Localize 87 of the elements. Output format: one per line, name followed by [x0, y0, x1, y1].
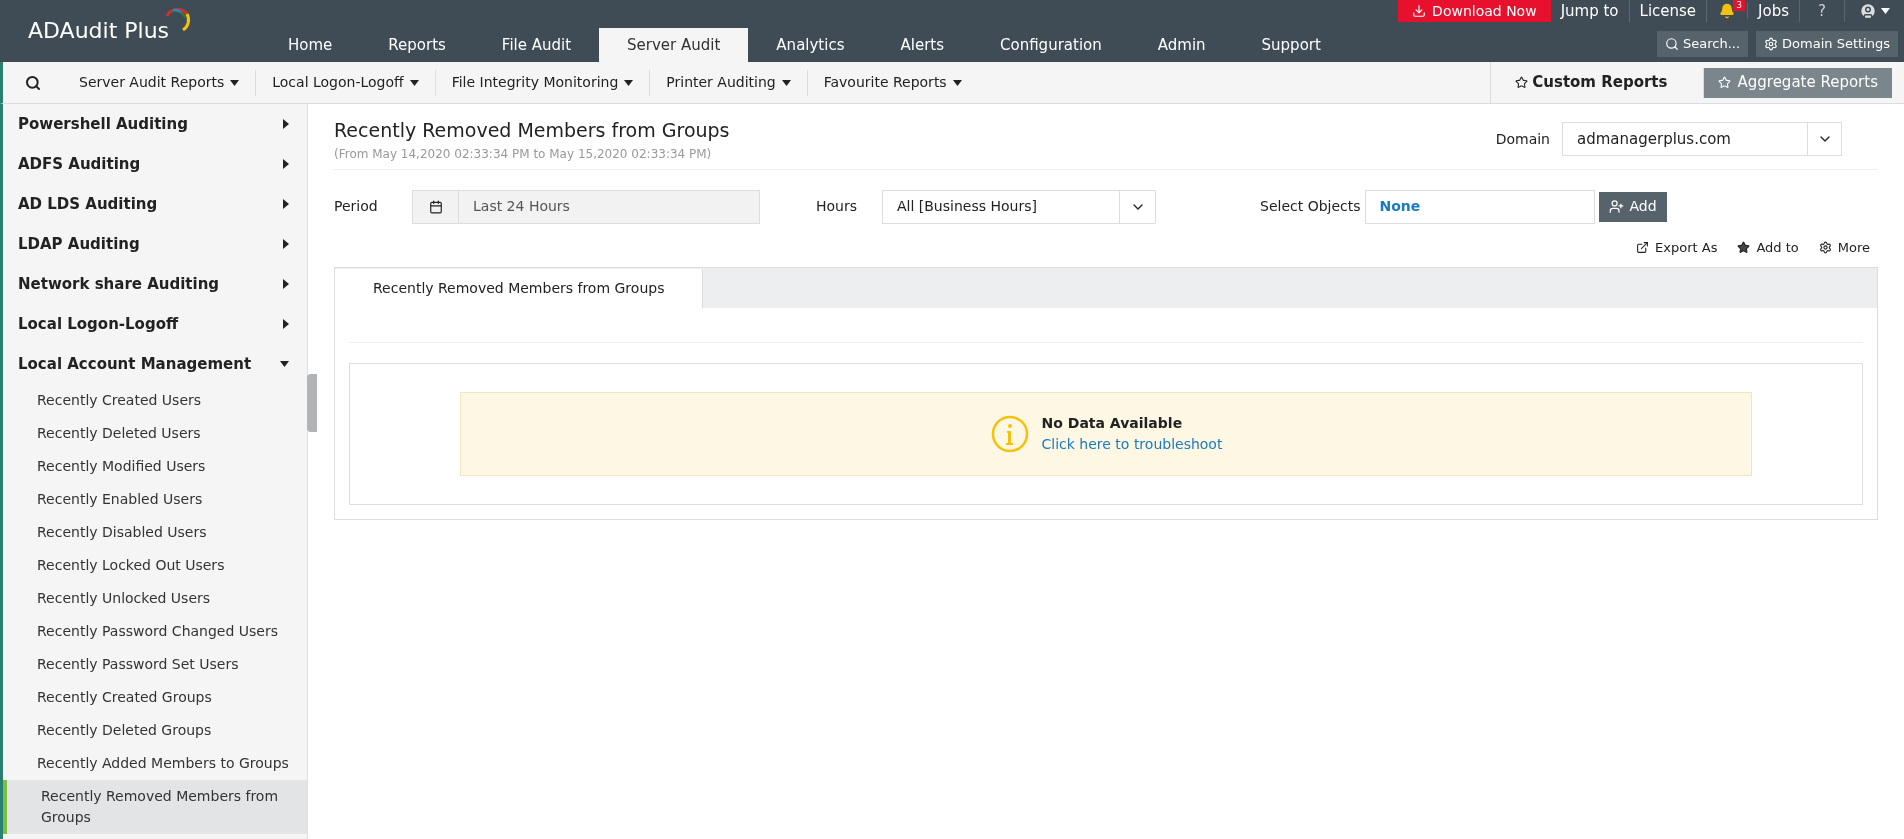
- sidebar-item[interactable]: Recently Deleted Groups: [3, 714, 307, 747]
- download-button[interactable]: Download Now: [1398, 0, 1551, 22]
- sidebar-category[interactable]: Powershell Auditing: [3, 104, 307, 144]
- period-field[interactable]: Last 24 Hours: [412, 189, 760, 224]
- sidebar-category[interactable]: AD LDS Auditing: [3, 184, 307, 224]
- aggregate-reports-button[interactable]: Aggregate Reports: [1703, 67, 1892, 98]
- sidebar-item[interactable]: Recently Password Set Users: [3, 648, 307, 681]
- caret-right-icon: [283, 159, 289, 169]
- user-icon[interactable]: [1859, 2, 1877, 20]
- download-icon: [1412, 4, 1427, 18]
- caret-right-icon: [283, 199, 289, 209]
- sidebar-item[interactable]: Recently Unlocked Users: [3, 582, 307, 615]
- sidebar-item[interactable]: Recently Removed Members from Groups: [3, 780, 307, 834]
- bell-icon[interactable]: [1719, 3, 1736, 19]
- sidebar-item[interactable]: Recently Added Members to Groups: [3, 747, 307, 780]
- sidebar-category[interactable]: LDAP Auditing: [3, 224, 307, 264]
- nav-tab[interactable]: Home: [260, 28, 361, 62]
- subnav-menu[interactable]: Printer Auditing: [650, 69, 808, 96]
- sidebar-category[interactable]: Local Logon-Logoff: [3, 304, 307, 344]
- help-link[interactable]: ?: [1800, 0, 1845, 23]
- troubleshoot-link[interactable]: Click here to troubleshoot: [1041, 436, 1223, 452]
- nav-tab[interactable]: Support: [1233, 28, 1349, 62]
- calendar-icon: [428, 199, 443, 214]
- sidebar-item[interactable]: Recently Deleted Users: [3, 417, 307, 450]
- domain-label: Domain: [1495, 129, 1550, 149]
- sidebar-category[interactable]: ADFS Auditing: [3, 144, 307, 184]
- caret-icon: [624, 79, 634, 86]
- sidebar-item[interactable]: Recently Locked Out Users: [3, 549, 307, 582]
- settings-icon: [1764, 37, 1779, 51]
- search-icon[interactable]: [25, 74, 41, 91]
- nav-tab[interactable]: Admin: [1129, 28, 1234, 62]
- sidebar-item[interactable]: Recently Created Groups: [3, 681, 307, 714]
- caret-icon: [1881, 8, 1890, 14]
- caret-icon: [230, 79, 240, 86]
- info-icon: [989, 414, 1030, 454]
- nav-tab[interactable]: File Audit: [473, 28, 600, 62]
- domain-select[interactable]: admanagerplus.com: [1562, 122, 1842, 157]
- sidebar-item[interactable]: Recently Password Changed Users: [3, 615, 307, 648]
- action-link[interactable]: Export As: [1636, 237, 1718, 257]
- report-tab[interactable]: Recently Removed Members from Groups: [335, 269, 704, 308]
- action-link[interactable]: More: [1818, 237, 1870, 257]
- notification-badge: 3: [1733, 0, 1746, 11]
- empty-title: No Data Available: [1041, 414, 1184, 433]
- caret-right-icon: [283, 319, 289, 329]
- caret-icon: [409, 79, 419, 86]
- action-link[interactable]: Add to: [1737, 237, 1799, 257]
- hours-select[interactable]: All [Business Hours]: [882, 189, 1156, 224]
- nav-tab[interactable]: Configuration: [972, 28, 1130, 62]
- sidebar-item[interactable]: Recently Modified Users: [3, 450, 307, 483]
- search-button[interactable]: Search...: [1657, 31, 1749, 57]
- custom-reports-button[interactable]: Custom Reports: [1490, 62, 1692, 103]
- nav-tab[interactable]: Reports: [360, 28, 474, 62]
- hours-label: Hours: [816, 197, 858, 216]
- add-button[interactable]: Add: [1598, 191, 1667, 222]
- jump-to-link[interactable]: Jump to: [1550, 0, 1630, 23]
- caret-right-icon: [283, 239, 289, 249]
- caret-right-icon: [283, 119, 289, 129]
- license-link[interactable]: License: [1629, 0, 1708, 23]
- add-user-icon: [1608, 199, 1624, 214]
- caret-icon: [952, 79, 962, 86]
- report-title: Recently Removed Members from Groups: [334, 118, 730, 143]
- period-label: Period: [334, 197, 379, 216]
- sidebar-category[interactable]: Local Account Management: [3, 344, 307, 384]
- subnav-menu[interactable]: File Integrity Monitoring: [435, 69, 651, 96]
- nav-tab[interactable]: Alerts: [872, 28, 972, 62]
- caret-icon: [280, 361, 289, 367]
- sidebar-item[interactable]: Recently Disabled Users: [3, 516, 307, 549]
- star-icon: [1737, 240, 1751, 254]
- nav-tab[interactable]: Server Audit: [599, 28, 749, 62]
- select-objects-label: Select Objects: [1260, 197, 1361, 216]
- caret-icon: [781, 79, 791, 86]
- nav-tab[interactable]: Analytics: [748, 28, 873, 62]
- sidebar-category[interactable]: Network share Auditing: [3, 264, 307, 304]
- subnav-menu[interactable]: Local Logon-Logoff: [256, 69, 436, 96]
- search-icon: [1665, 37, 1680, 51]
- jobs-link[interactable]: Jobs: [1748, 0, 1801, 23]
- subnav-menu[interactable]: Server Audit Reports: [63, 69, 257, 96]
- collapse-handle[interactable]: [307, 374, 317, 432]
- sidebar-item[interactable]: Recently Enabled Users: [3, 483, 307, 516]
- objects-field[interactable]: None: [1364, 189, 1595, 224]
- domain-settings-button[interactable]: Domain Settings: [1756, 31, 1898, 57]
- caret-right-icon: [283, 279, 289, 289]
- brand-logo: ADAudit Plus: [28, 17, 170, 45]
- sidebar-item[interactable]: Recently Created Users: [3, 384, 307, 417]
- subnav-menu[interactable]: Favourite Reports: [807, 69, 978, 96]
- export-icon: [1636, 240, 1650, 254]
- date-range: (From May 14,2020 02:33:34 PM to May 15,2020 02:33:34 PM): [334, 145, 713, 163]
